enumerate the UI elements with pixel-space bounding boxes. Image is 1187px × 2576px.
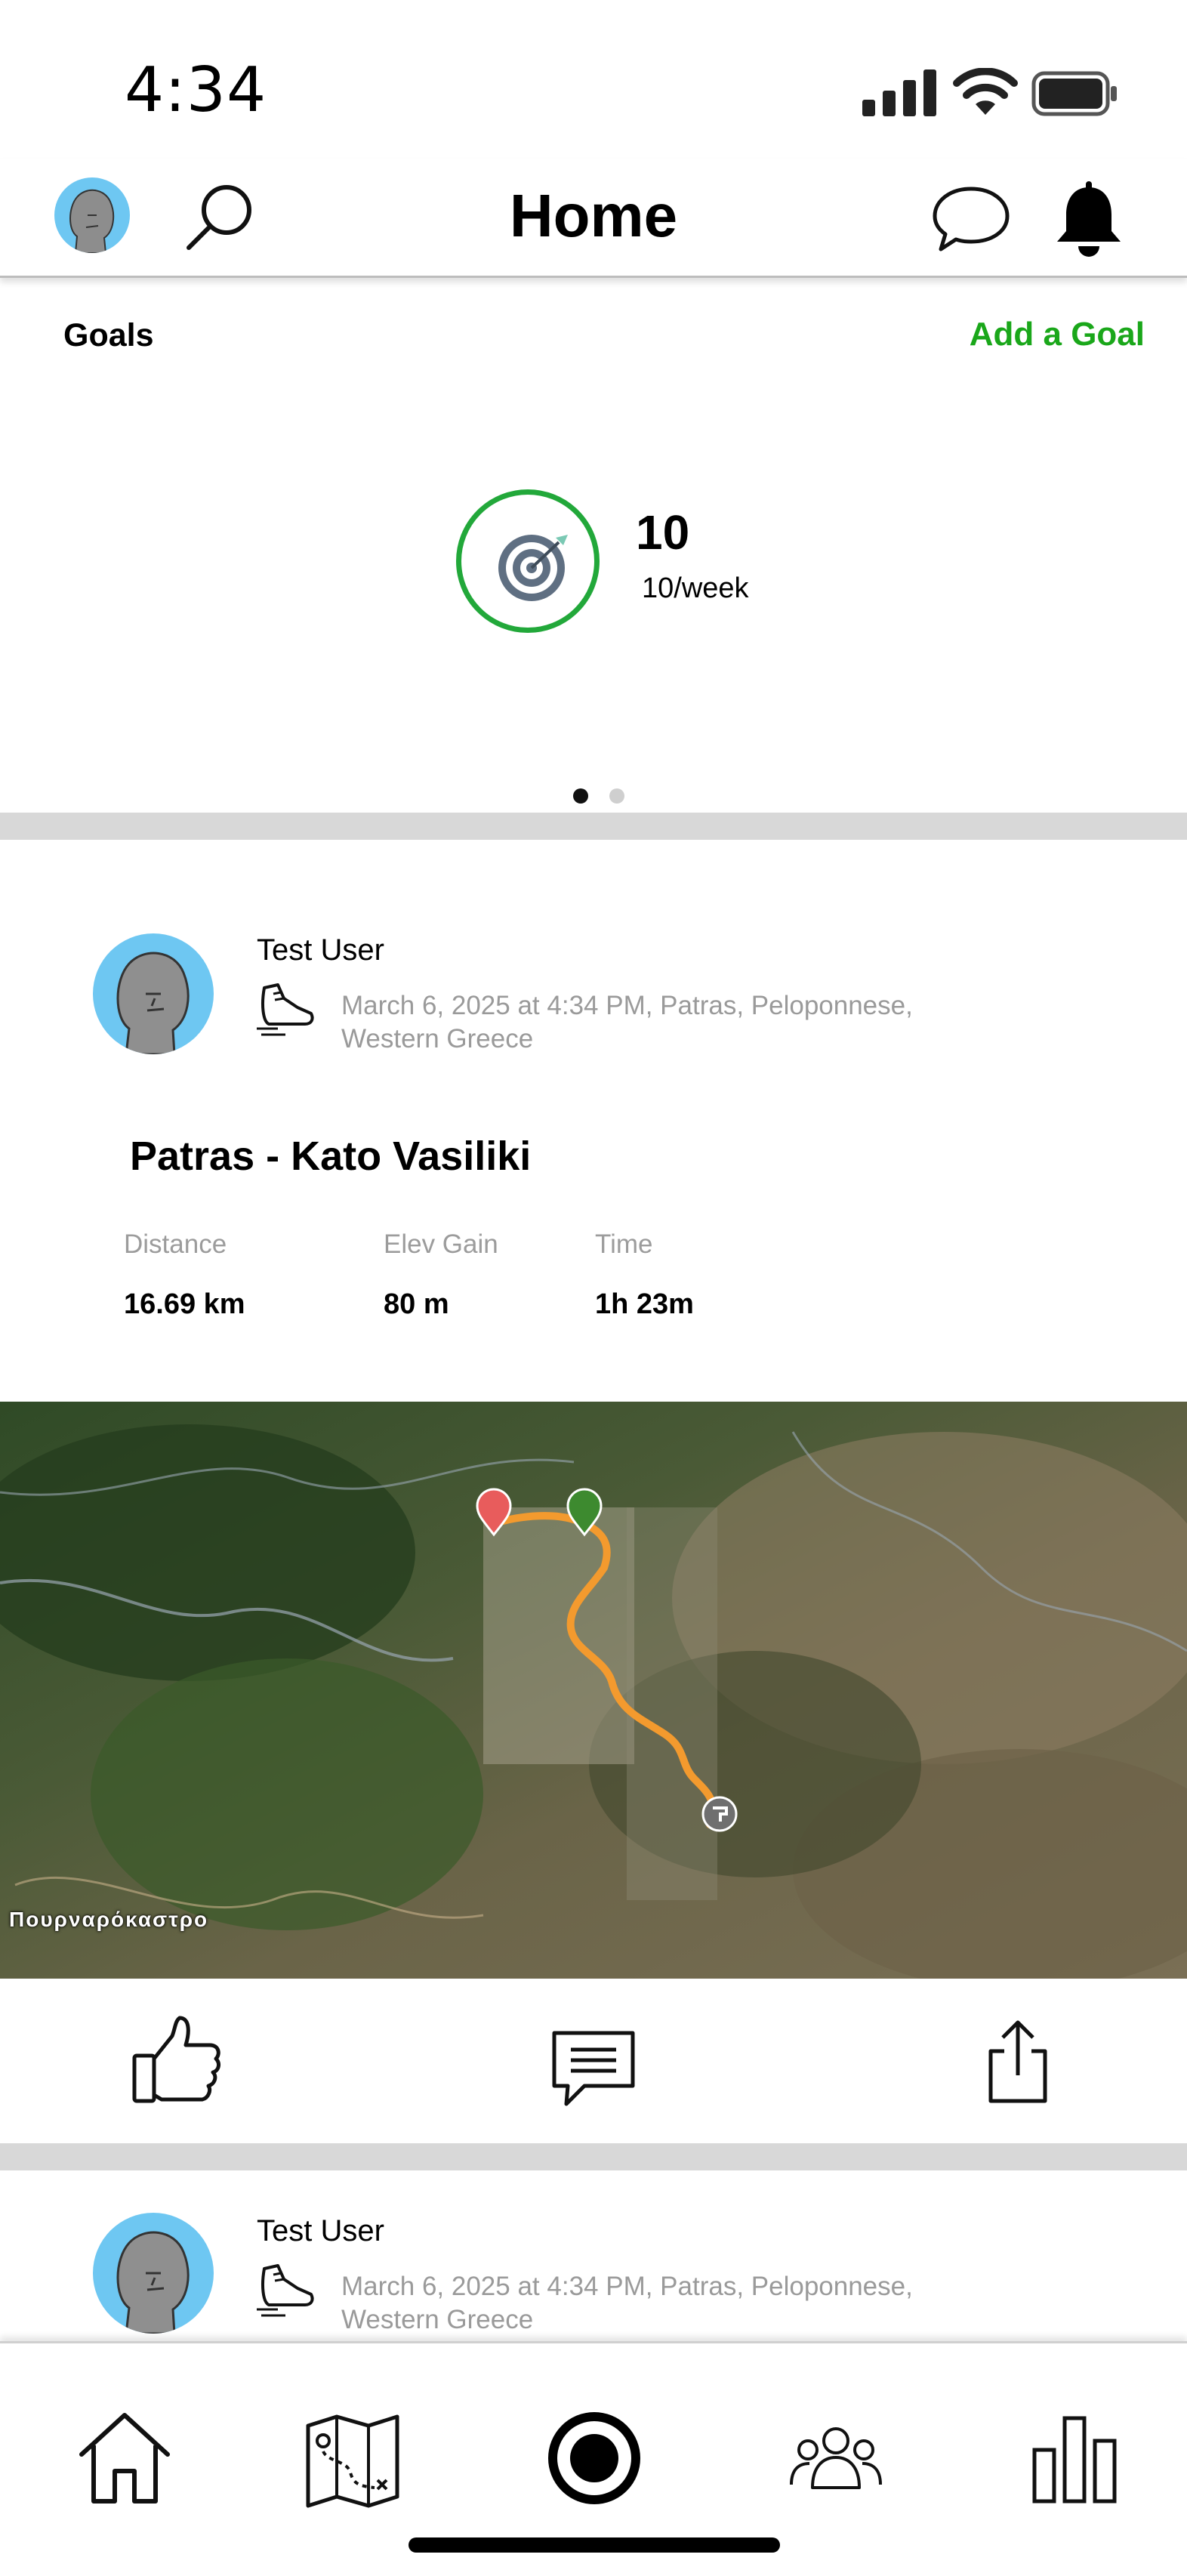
avatar-face-icon bbox=[116, 952, 190, 1054]
stat-elev-gain-label: Elev Gain bbox=[384, 1229, 498, 1259]
stat-distance-value: 16.69 km bbox=[124, 1288, 245, 1320]
tab-maps-icon[interactable] bbox=[305, 2414, 400, 2509]
like-thumbs-up-icon[interactable] bbox=[131, 2013, 224, 2106]
page-indicator-dot[interactable] bbox=[609, 788, 624, 804]
satellite-terrain bbox=[0, 1402, 1187, 1979]
post-meta: March 6, 2025 at 4:34 PM, Patras, Pelopo… bbox=[341, 2272, 913, 2334]
stat-time-label: Time bbox=[595, 1229, 653, 1259]
post-meta: March 6, 2025 at 4:34 PM, Patras, Pelopo… bbox=[341, 991, 913, 1054]
running-shoe-icon bbox=[257, 983, 314, 1036]
tab-record-icon[interactable] bbox=[547, 2411, 642, 2506]
stat-elev-gain-value: 80 m bbox=[384, 1288, 449, 1320]
post-avatar[interactable] bbox=[93, 2213, 214, 2334]
section-divider bbox=[0, 2143, 1187, 2170]
goals-heading: Goals bbox=[63, 317, 154, 353]
notifications-bell-icon[interactable] bbox=[1053, 181, 1125, 260]
page-indicator-dot-active[interactable] bbox=[573, 788, 588, 804]
avatar-face-icon bbox=[116, 2231, 190, 2334]
status-time: 4:34 bbox=[125, 54, 267, 126]
post-user-name[interactable]: Test User bbox=[257, 2214, 384, 2248]
tab-groups-icon[interactable] bbox=[790, 2424, 882, 2492]
running-shoe-icon bbox=[257, 2264, 314, 2317]
comment-icon[interactable] bbox=[550, 2028, 637, 2109]
cellular-signal-icon bbox=[862, 69, 936, 116]
goal-rate: 10/week bbox=[642, 572, 749, 604]
share-icon[interactable] bbox=[982, 2018, 1054, 2106]
map-place-label: Πουρναρόκαστρο bbox=[9, 1908, 209, 1931]
activity-title[interactable]: Patras - Kato Vasiliki bbox=[130, 1133, 531, 1180]
add-goal-button[interactable]: Add a Goal bbox=[906, 316, 1145, 353]
stat-time-value: 1h 23m bbox=[595, 1288, 694, 1320]
goal-progress-ring[interactable] bbox=[456, 489, 600, 633]
post-user-name[interactable]: Test User bbox=[257, 933, 384, 967]
section-divider bbox=[0, 813, 1187, 840]
goal-count: 10 bbox=[636, 505, 690, 560]
battery-icon bbox=[1031, 71, 1117, 116]
post-avatar[interactable] bbox=[93, 933, 214, 1054]
route-map[interactable] bbox=[0, 1402, 1187, 1979]
tab-home-icon[interactable] bbox=[76, 2409, 174, 2507]
target-icon bbox=[498, 535, 568, 601]
messages-icon[interactable] bbox=[932, 184, 1010, 254]
water-point-icon bbox=[701, 1796, 738, 1832]
tab-stats-icon[interactable] bbox=[1031, 2415, 1118, 2504]
home-indicator bbox=[409, 2537, 780, 2553]
wifi-icon bbox=[953, 68, 1018, 115]
stat-distance-label: Distance bbox=[124, 1229, 227, 1259]
